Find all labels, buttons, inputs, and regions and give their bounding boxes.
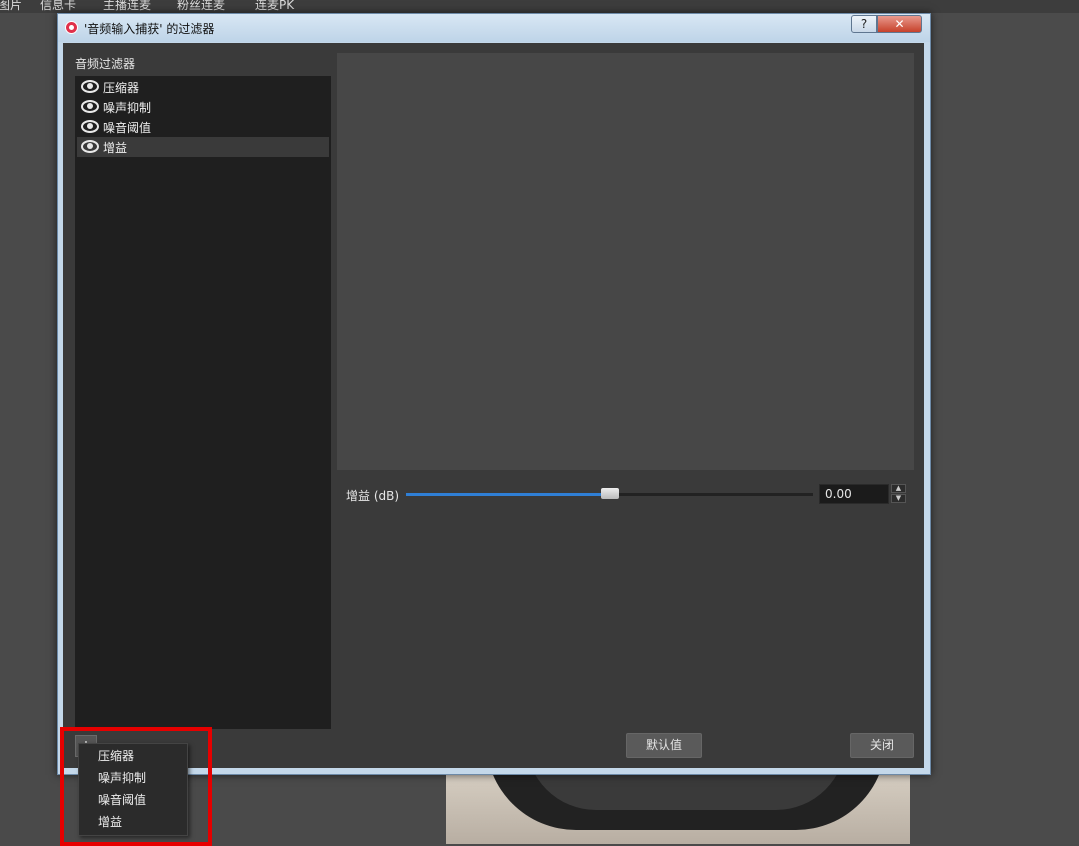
gain-slider[interactable]	[406, 488, 813, 499]
menu-item[interactable]: 粉丝连麦	[177, 0, 225, 13]
filter-label: 噪音阈值	[103, 121, 152, 135]
title-bar[interactable]: '音频输入捕获' 的过滤器 ? ✕	[58, 14, 930, 42]
filter-item-noise-gate[interactable]: 噪音阈值	[77, 117, 329, 137]
menu-item[interactable]: 主播连麦	[103, 0, 151, 13]
background-menu-bar: 图片 信息卡 主播连麦 粉丝连麦 连麦PK	[0, 0, 1079, 13]
help-button[interactable]: ?	[851, 15, 877, 33]
gain-slider-handle[interactable]	[600, 488, 619, 499]
chevron-down-icon[interactable]: ▼	[891, 494, 906, 503]
window-title: '音频输入捕获' 的过滤器	[84, 22, 215, 36]
eye-icon[interactable]	[81, 100, 99, 113]
filter-item-compressor[interactable]: 压缩器	[77, 77, 329, 97]
eye-icon[interactable]	[81, 140, 99, 153]
gain-label: 增益 (dB)	[346, 489, 400, 503]
chevron-up-icon[interactable]: ▲	[891, 484, 906, 493]
filter-list[interactable]: 压缩器 噪声抑制 噪音阈值 增益	[75, 76, 331, 729]
background-area	[930, 13, 1079, 844]
app-icon	[65, 21, 78, 34]
highlight-annotation	[60, 727, 212, 846]
dialog-body: 音频过滤器 压缩器 噪声抑制 噪音阈值 增益 增益 (dB) 0.00 ▲ ▼ …	[63, 43, 924, 768]
menu-item[interactable]: 图片	[0, 0, 22, 13]
window-close-button[interactable]: ✕	[877, 15, 922, 33]
menu-item[interactable]: 连麦PK	[255, 0, 294, 13]
filter-item-gain[interactable]: 增益	[77, 137, 329, 157]
filter-label: 压缩器	[103, 81, 140, 95]
eye-icon[interactable]	[81, 80, 99, 93]
gain-value: 0.00	[825, 487, 852, 501]
filter-label: 增益	[103, 141, 128, 155]
filter-item-noise-suppression[interactable]: 噪声抑制	[77, 97, 329, 117]
background-preview-image	[446, 770, 910, 844]
close-button[interactable]: 关闭	[850, 733, 914, 758]
menu-item[interactable]: 信息卡	[40, 0, 76, 13]
filter-preview	[337, 53, 914, 470]
gain-value-input[interactable]: 0.00	[819, 484, 889, 504]
filter-label: 噪声抑制	[103, 101, 152, 115]
eye-icon[interactable]	[81, 120, 99, 133]
filters-dialog: '音频输入捕获' 的过滤器 ? ✕ 音频过滤器 压缩器 噪声抑制 噪音阈值 增益	[57, 13, 931, 775]
audio-filters-label: 音频过滤器	[75, 57, 136, 71]
defaults-button[interactable]: 默认值	[626, 733, 702, 758]
gain-slider-fill	[406, 493, 610, 496]
gain-spinner: ▲ ▼	[891, 484, 906, 504]
